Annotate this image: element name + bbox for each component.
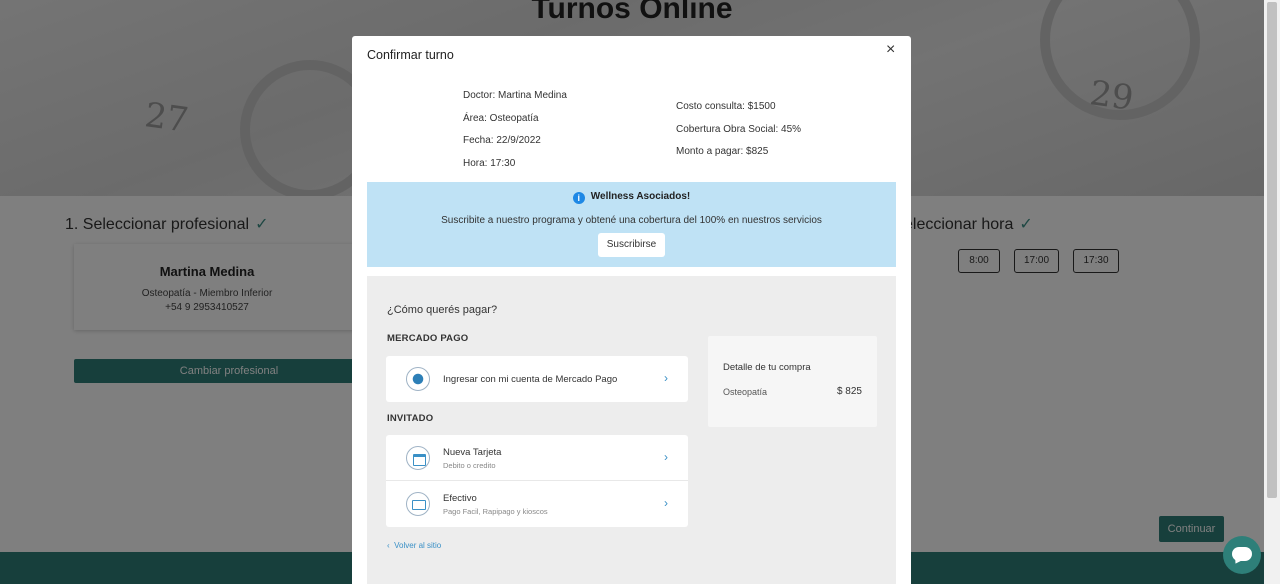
chevron-right-icon: ›: [664, 371, 668, 385]
option-subtitle: Pago Facil, Rapipago y kioscos: [443, 507, 548, 516]
cash-option[interactable]: Efectivo Pago Facil, Rapipago y kioscos …: [386, 481, 688, 527]
mercadopago-options: Ingresar con mi cuenta de Mercado Pago ›: [386, 356, 688, 402]
option-title: Ingresar con mi cuenta de Mercado Pago: [443, 374, 618, 385]
info-icon: i: [572, 192, 585, 204]
modal-title: Confirmar turno: [367, 48, 454, 62]
option-title: Nueva Tarjeta: [443, 447, 502, 458]
guest-options: Nueva Tarjeta Debito o credito › Efectiv…: [386, 435, 688, 527]
close-icon[interactable]: ×: [886, 41, 895, 59]
appointment-info: Doctor: Martina Medina Área: Osteopatía …: [463, 85, 567, 175]
chevron-right-icon: ›: [664, 496, 668, 510]
option-subtitle: Debito o credito: [443, 461, 496, 470]
appointment-doctor: Doctor: Martina Medina: [463, 90, 567, 101]
scrollbar-thumb[interactable]: [1267, 2, 1277, 498]
purchase-detail: Detalle de tu compra Osteopatía $ 825: [708, 336, 877, 427]
new-card-option[interactable]: Nueva Tarjeta Debito o credito ›: [386, 435, 688, 481]
payment-area: ¿Cómo querés pagar? MERCADO PAGO Ingresa…: [367, 276, 896, 584]
purchase-price: $ 825: [836, 386, 862, 397]
scrollbar[interactable]: [1264, 0, 1280, 584]
purchase-detail-title: Detalle de tu compra: [723, 362, 811, 373]
promo-text: Suscribite a nuestro programa y obtené u…: [441, 215, 822, 226]
purchase-item: Osteopatía: [723, 387, 768, 397]
subscribe-button[interactable]: Suscribirse: [597, 233, 666, 257]
guest-section-title: INVITADO: [387, 413, 434, 424]
coverage-percent: Cobertura Obra Social: 45%: [676, 123, 802, 135]
mercadopago-login-option[interactable]: Ingresar con mi cuenta de Mercado Pago ›: [386, 356, 688, 402]
credit-card-icon: [406, 446, 430, 470]
back-link-label: Volver al sitio: [394, 541, 442, 550]
promo-title-row: i Wellness Asociados!: [367, 191, 896, 204]
appointment-date: Fecha: 22/9/2022: [463, 135, 541, 146]
mercadopago-section-title: MERCADO PAGO: [387, 333, 469, 344]
back-to-site-link[interactable]: ‹ Volver al sitio: [387, 541, 441, 550]
option-title: Efectivo: [443, 493, 477, 504]
mercadopago-icon: [406, 367, 430, 391]
promo-title: Wellness Asociados!: [590, 191, 691, 202]
cost-info: Costo consulta: $1500 Cobertura Obra Soc…: [676, 96, 801, 164]
amount-to-pay: Monto a pagar: $825: [676, 146, 769, 157]
cash-icon: [406, 492, 430, 516]
chat-bubble-icon[interactable]: [1223, 536, 1261, 574]
consult-cost: Costo consulta: $1500: [676, 101, 776, 112]
payment-question: ¿Cómo querés pagar?: [387, 304, 498, 316]
confirm-appointment-modal: Confirmar turno × Doctor: Martina Medina…: [352, 36, 911, 584]
chevron-left-icon: ‹: [387, 541, 390, 550]
appointment-time: Hora: 17:30: [463, 157, 516, 169]
promo-banner: i Wellness Asociados! Suscribite a nuestr…: [367, 182, 896, 267]
appointment-area: Área: Osteopatía: [463, 112, 539, 124]
chevron-right-icon: ›: [664, 450, 668, 464]
